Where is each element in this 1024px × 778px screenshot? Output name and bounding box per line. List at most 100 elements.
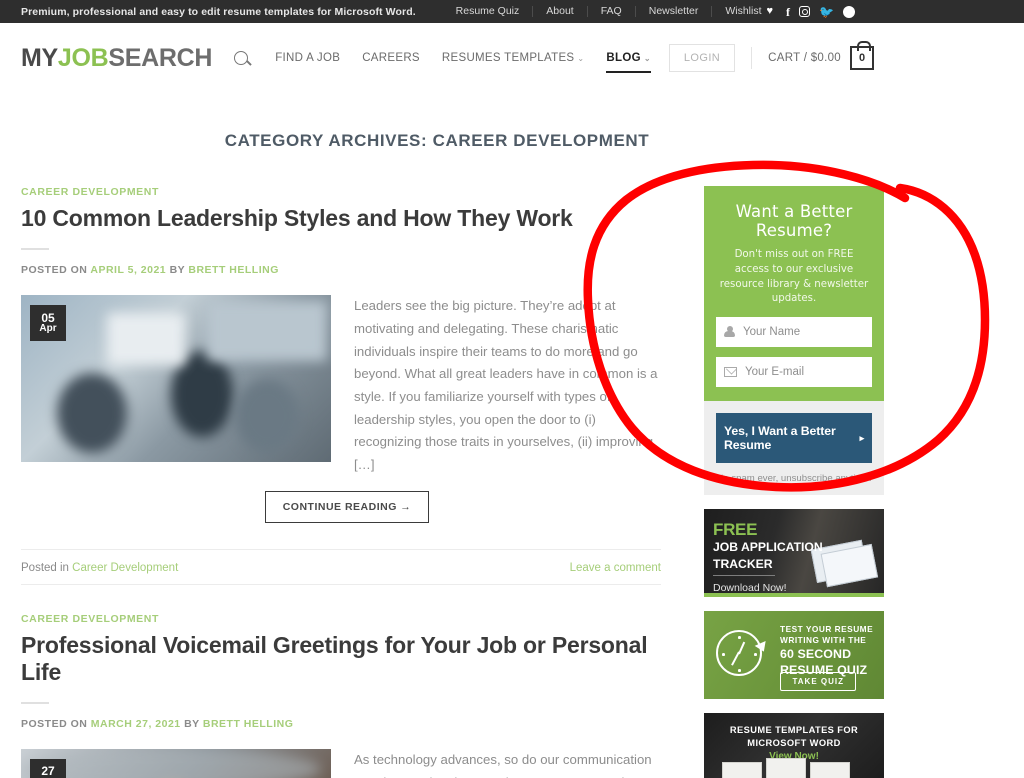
document-thumbnails-graphic: [722, 758, 850, 778]
nav-label: BLOG: [606, 52, 641, 64]
post-date-badge: 27 Mar: [30, 759, 66, 778]
user-icon: [724, 326, 735, 338]
chevron-down-icon: ⌄: [577, 54, 585, 63]
top-link-faq[interactable]: FAQ: [588, 6, 636, 17]
post-title[interactable]: Professional Voicemail Greetings for You…: [21, 632, 661, 686]
top-link-wishlist[interactable]: Wishlist ♥: [712, 6, 782, 17]
top-link-resume-quiz[interactable]: Resume Quiz: [443, 6, 534, 17]
post-date[interactable]: APRIL 5, 2021: [90, 264, 166, 276]
title-rule: [21, 248, 49, 251]
post-category[interactable]: CAREER DEVELOPMENT: [21, 186, 661, 198]
page-root: Premium, professional and easy to edit r…: [0, 0, 1024, 778]
twitter-icon[interactable]: 🐦: [819, 6, 834, 18]
arrow-right-icon: ▸: [859, 432, 865, 443]
nav-item-blog[interactable]: BLOG ⌄: [595, 52, 661, 73]
logo-text-search: SEARCH: [108, 43, 213, 72]
footer-category-link[interactable]: Career Development: [72, 562, 178, 574]
optin-footer: Yes, I Want a Better Resume ▸ No spam ev…: [704, 401, 884, 496]
posted-in-label: Posted in: [21, 561, 69, 574]
top-tagline: Premium, professional and easy to edit r…: [21, 5, 416, 18]
post-excerpt: Leaders see the big picture. They’re ade…: [354, 298, 658, 473]
optin-subtext: Don't miss out on FREE access to our exc…: [719, 249, 869, 305]
banner-line-1-text: RESUME TEMPLATES FOR: [729, 725, 859, 736]
sidebar: Want a Better Resume? Don't miss out on …: [704, 186, 884, 778]
optin-body: Want a Better Resume? Don't miss out on …: [704, 186, 884, 402]
post-author[interactable]: BRETT HELLING: [188, 264, 279, 276]
newsletter-optin-widget: Want a Better Resume? Don't miss out on …: [704, 186, 884, 496]
post-meta: POSTED ON MARCH 27, 2021 BY BRETT HELLIN…: [21, 718, 661, 730]
banner-line-2: JOB APPLICATION: [713, 540, 823, 555]
banner-line-2-text: MICROSOFT WORD: [747, 737, 841, 748]
post-list: CAREER DEVELOPMENT 10 Common Leadership …: [21, 186, 661, 778]
post-thumbnail[interactable]: [21, 749, 331, 778]
logo-text-my: MY: [21, 43, 58, 72]
envelope-icon: [724, 367, 737, 378]
post-thumbnail[interactable]: [21, 295, 331, 463]
top-link-about[interactable]: About: [533, 6, 588, 17]
email-placeholder: Your E-mail: [745, 366, 805, 379]
cart-count: 0: [858, 52, 866, 64]
subscribe-button-label: Yes, I Want a Better Resume: [724, 424, 836, 453]
banner-line-1: FREE: [713, 520, 758, 540]
top-link-newsletter[interactable]: Newsletter: [636, 6, 713, 17]
clock-icon: [716, 630, 762, 677]
leave-a-comment-link[interactable]: Leave a comment: [570, 562, 661, 574]
chevron-down-icon: ⌄: [643, 54, 651, 63]
post-date-badge: 05 Apr: [30, 305, 66, 342]
post-thumbnail-wrap[interactable]: 05 Apr: [21, 295, 331, 463]
banner-resume-quiz[interactable]: TEST YOUR RESUME WRITING WITH THE 60 SEC…: [704, 611, 884, 700]
wishlist-label: Wishlist: [725, 5, 762, 17]
banner-accent-strip: [704, 593, 884, 598]
nav-item-find-a-job[interactable]: FIND A JOB: [264, 52, 351, 64]
post-item: CAREER DEVELOPMENT Professional Voicemai…: [21, 613, 661, 778]
banner-line-3: TRACKER: [713, 556, 773, 571]
optin-disclaimer: No spam ever, unsubscribe anytime.: [716, 473, 872, 485]
nav-item-resumes-templates[interactable]: RESUMES TEMPLATES ⌄: [431, 52, 596, 64]
cart-bag-icon[interactable]: 0: [850, 41, 874, 70]
title-rule: [21, 702, 49, 704]
cart-total-label[interactable]: CART / $0.00: [768, 52, 841, 64]
social-links: f 🐦 P: [786, 5, 855, 18]
banner-job-application-tracker[interactable]: FREE JOB APPLICATION TRACKER Download No…: [704, 509, 884, 598]
subscribe-button[interactable]: Yes, I Want a Better Resume ▸: [716, 413, 872, 464]
search-icon[interactable]: [234, 51, 249, 65]
nav-label: RESUMES TEMPLATES: [441, 52, 575, 64]
banner-line-3: 60 SECOND: [780, 646, 852, 661]
post-footer: Posted in Career Development Leave a com…: [21, 548, 661, 584]
header-divider: [751, 47, 753, 69]
post-item: CAREER DEVELOPMENT 10 Common Leadership …: [21, 186, 661, 584]
main-navigation: FIND A JOB CAREERS RESUMES TEMPLATES ⌄ BL…: [234, 51, 662, 73]
post-date[interactable]: MARCH 27, 2021: [91, 718, 181, 730]
post-meta-by: BY: [184, 718, 200, 730]
page-title: CATEGORY ARCHIVES: CAREER DEVELOPMENT: [224, 131, 650, 150]
site-logo[interactable]: MYJOBSEARCH: [21, 43, 213, 73]
take-quiz-button[interactable]: TAKE QUIZ: [780, 672, 856, 692]
banner-line-1: RESUME TEMPLATES FOR MICROSOFT WORD: [704, 724, 884, 749]
name-field[interactable]: Your Name: [716, 317, 872, 348]
post-title[interactable]: 10 Common Leadership Styles and How They…: [21, 205, 661, 232]
continue-reading-button[interactable]: CONTINUE READING →: [264, 490, 430, 523]
post-separator: [21, 583, 661, 585]
banner-line-2: WRITING WITH THE: [780, 634, 867, 645]
post-author[interactable]: BRETT HELLING: [203, 718, 294, 730]
post-meta-by: BY: [169, 264, 185, 277]
post-meta-prefix: POSTED ON: [21, 718, 88, 730]
banner-resume-templates[interactable]: RESUME TEMPLATES FOR MICROSOFT WORD View…: [704, 713, 884, 778]
email-field[interactable]: Your E-mail: [716, 357, 872, 388]
login-button[interactable]: LOGIN: [668, 44, 736, 72]
name-placeholder: Your Name: [743, 326, 801, 339]
instagram-icon[interactable]: [799, 6, 811, 17]
post-thumbnail-wrap[interactable]: 27 Mar: [21, 749, 331, 778]
badge-month: Apr: [39, 323, 57, 335]
facebook-icon[interactable]: f: [786, 6, 790, 18]
post-meta-prefix: POSTED ON: [21, 264, 88, 277]
post-meta: POSTED ON APRIL 5, 2021 BY BRETT HELLING: [21, 264, 661, 276]
pinterest-icon[interactable]: P: [843, 5, 855, 18]
optin-heading: Want a Better Resume?: [735, 202, 853, 240]
post-category[interactable]: CAREER DEVELOPMENT: [21, 613, 661, 625]
post-excerpt: As technology advances, so do our commun…: [354, 752, 652, 778]
heart-icon: ♥: [766, 5, 774, 17]
content-area: CAREER DEVELOPMENT 10 Common Leadership …: [0, 186, 1024, 778]
site-header: MYJOBSEARCH FIND A JOB CAREERS RESUMES T…: [0, 23, 1024, 93]
nav-item-careers[interactable]: CAREERS: [351, 52, 431, 64]
